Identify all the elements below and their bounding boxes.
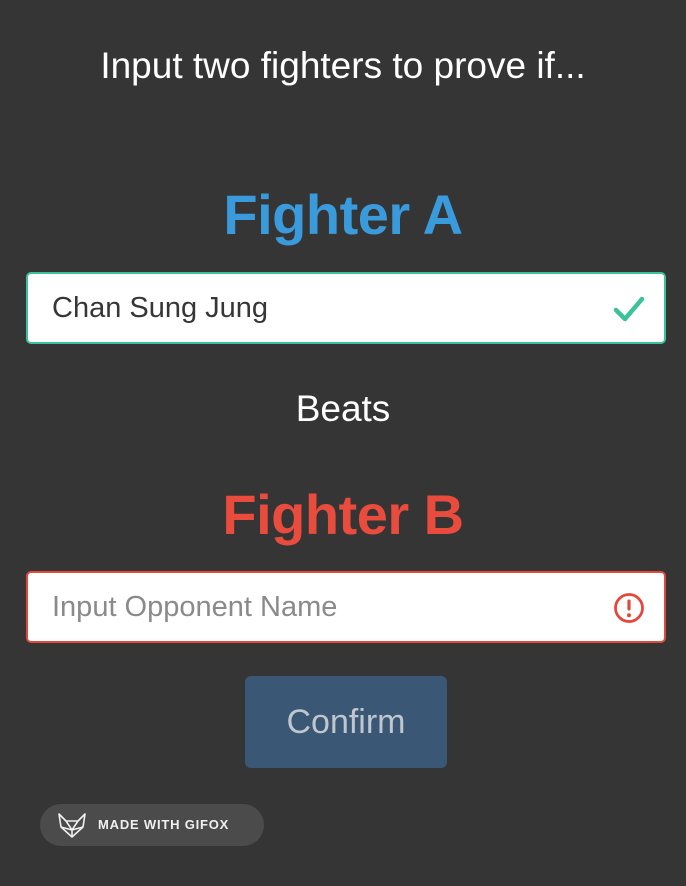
fighter-b-field[interactable]	[26, 571, 666, 643]
fighter-b-input[interactable]	[52, 573, 592, 641]
fighter-a-input[interactable]	[52, 274, 592, 342]
fighter-a-field[interactable]	[26, 272, 666, 344]
beats-label: Beats	[295, 388, 391, 429]
fighter-b-title: Fighter B	[222, 483, 464, 546]
badge-label: MADE WITH GIFOX	[98, 817, 230, 832]
page-title: Input two fighters to prove if...	[100, 45, 586, 86]
fox-logo-icon	[58, 813, 86, 838]
confirm-button[interactable]: Confirm	[245, 676, 447, 768]
fighter-a-title: Fighter A	[223, 183, 463, 246]
made-with-gifox-badge[interactable]: MADE WITH GIFOX	[40, 804, 264, 846]
checkmark-icon	[613, 296, 645, 322]
exclamation-circle-icon	[614, 593, 644, 623]
